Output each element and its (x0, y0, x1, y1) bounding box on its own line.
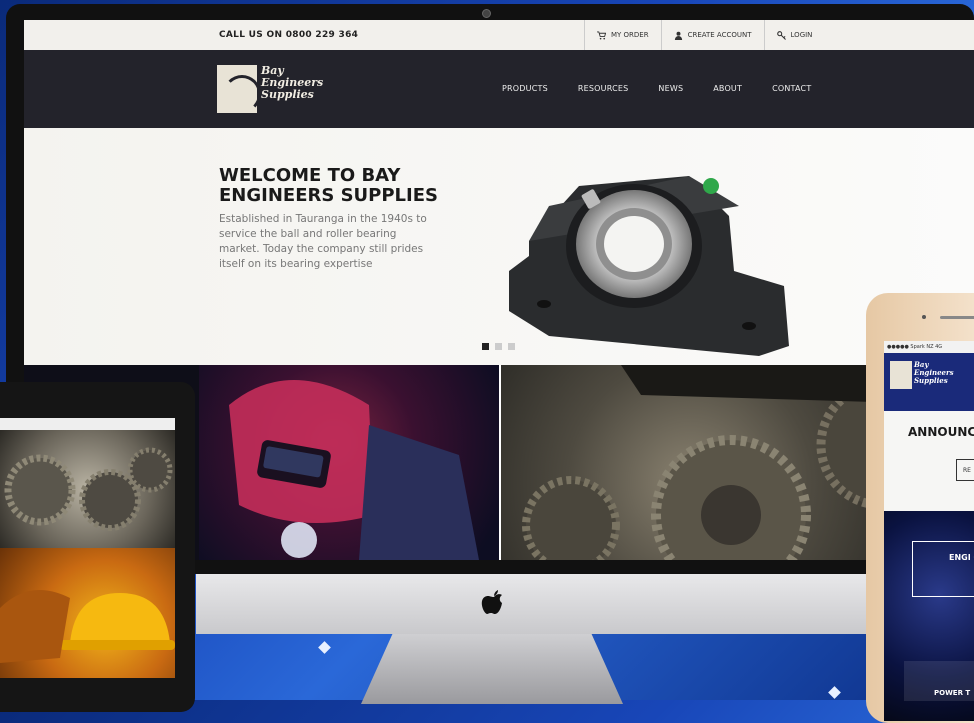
phone-logo[interactable]: Bay Engineers Supplies (890, 361, 954, 389)
top-links: MY ORDER CREATE ACCOUNT LOGIN (584, 20, 824, 50)
phone-device: ●●●●● Spark NZ 4G Bay Engineers Supplies… (866, 293, 974, 723)
nav-news[interactable]: NEWS (658, 84, 683, 93)
logo-line-3: Supplies (261, 88, 314, 101)
tablet-gears-image[interactable] (0, 430, 175, 548)
phone-speaker (940, 316, 974, 319)
apple-logo-icon (481, 590, 502, 614)
slider-dots (482, 343, 515, 350)
cart-icon (597, 30, 606, 39)
background-diamond (828, 686, 841, 699)
phone-announce-title: ANNOUNC DISTRIB (908, 425, 974, 439)
key-icon (776, 30, 786, 40)
create-account-link[interactable]: CREATE ACCOUNT (660, 20, 764, 50)
phone-announcement: ANNOUNC DISTRIB RE (884, 411, 974, 511)
logo-text: Bay Engineers Supplies (261, 65, 323, 113)
tablet-screen (0, 418, 175, 678)
phone-dark-section: ENGI CONS POWER T (884, 511, 974, 721)
hero-slider: WELCOME TO BAY ENGINEERS SUPPLIES Establ… (24, 128, 974, 365)
phone-read-more-button[interactable]: RE (956, 459, 974, 481)
phone-screen: ●●●●● Spark NZ 4G Bay Engineers Supplies… (884, 341, 974, 721)
my-order-label: MY ORDER (611, 31, 649, 39)
phone-camera-icon (922, 315, 926, 319)
gears-image (4, 447, 173, 531)
login-label: LOGIN (790, 31, 813, 39)
phone-logo-mark-icon (890, 361, 912, 389)
phone-status-bar: ●●●●● Spark NZ 4G (884, 341, 974, 353)
hero-body: Established in Tauranga in the 1940s to … (219, 213, 427, 270)
imac-stand (361, 634, 623, 704)
phone-category-box[interactable]: ENGI CONS (912, 541, 974, 597)
user-icon (674, 31, 682, 40)
nav-resources[interactable]: RESOURCES (578, 84, 629, 93)
imac-chin (196, 574, 974, 634)
background-diamond (318, 641, 331, 654)
site-header: Bay Engineers Supplies PRODUCTS RESOURCE… (24, 50, 974, 128)
logo-mark-icon (217, 65, 261, 113)
nav-contact[interactable]: CONTACT (772, 84, 811, 93)
hard-hat-image (0, 590, 175, 663)
nav-products[interactable]: PRODUCTS (502, 84, 548, 93)
slider-dot-1[interactable] (482, 343, 489, 350)
welding-image-tile[interactable] (199, 365, 499, 560)
site-logo[interactable]: Bay Engineers Supplies (217, 65, 323, 113)
slider-dot-3[interactable] (508, 343, 515, 350)
phone-header: Bay Engineers Supplies (884, 353, 974, 411)
tablet-safety-gear-image[interactable] (0, 548, 175, 678)
tablet-status-bar (0, 418, 175, 430)
nav-about[interactable]: ABOUT (713, 84, 742, 93)
tablet-device (0, 382, 195, 712)
my-order-link[interactable]: MY ORDER (584, 20, 661, 50)
top-bar: CALL US ON 0800 229 364 MY ORDER CREATE … (24, 20, 974, 51)
bearing-product-image (509, 176, 789, 356)
phone-logo-text: Bay Engineers Supplies (914, 361, 954, 389)
hero-title: WELCOME TO BAY ENGINEERS SUPPLIES (219, 165, 438, 206)
camera-icon (482, 9, 491, 18)
phone-category-box-2[interactable]: POWER T (904, 661, 974, 701)
slider-dot-2[interactable] (495, 343, 502, 350)
call-us-text: CALL US ON 0800 229 364 (219, 30, 359, 40)
phone-logo-line-3: Supplies (914, 376, 948, 385)
main-nav: PRODUCTS RESOURCES NEWS ABOUT CONTACT (502, 84, 811, 93)
login-link[interactable]: LOGIN (763, 20, 825, 50)
welder-image (229, 380, 479, 560)
create-account-label: CREATE ACCOUNT (687, 31, 752, 39)
